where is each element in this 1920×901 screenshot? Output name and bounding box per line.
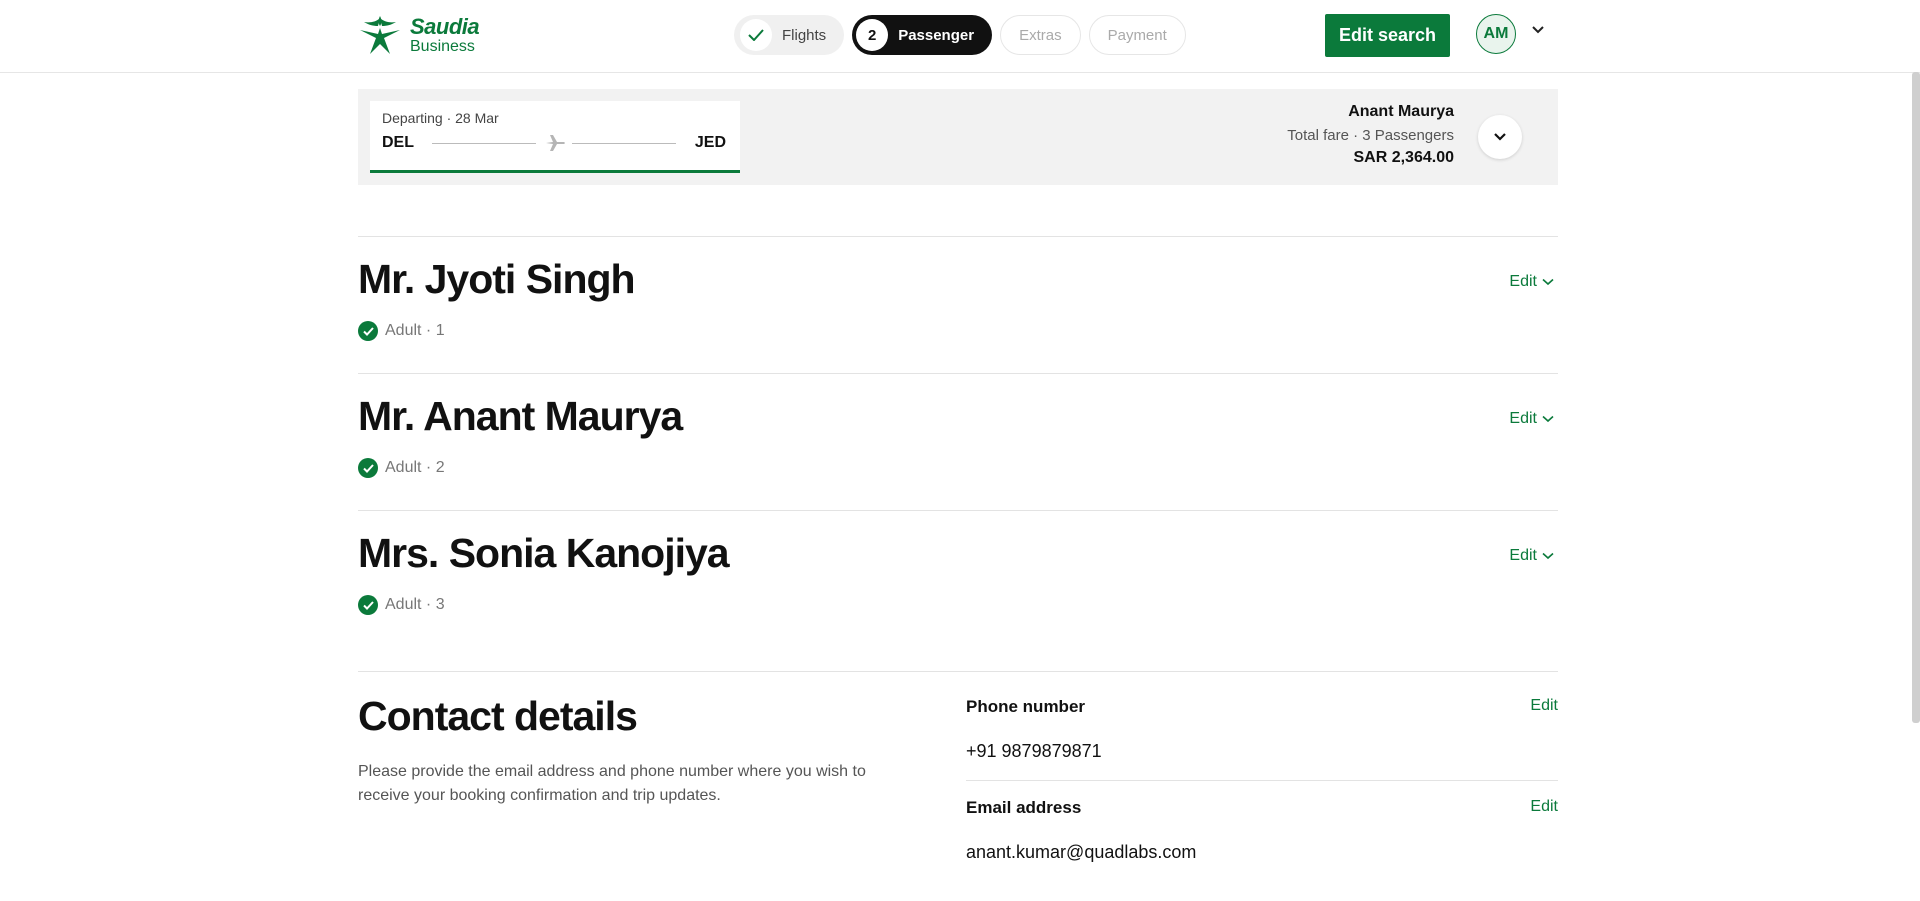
- step-label: Flights: [782, 26, 827, 44]
- passenger-card: Mrs. Sonia Kanojiya Adult · 3 Edit: [358, 510, 1558, 648]
- passenger-card: Mr. Jyoti Singh Adult · 1 Edit: [358, 236, 1558, 374]
- phone-number-label: Phone number: [966, 697, 1086, 716]
- departing-date: Departing · 28 Mar: [382, 110, 499, 126]
- route-line: [572, 143, 676, 144]
- chevron-down-icon: [1542, 415, 1554, 423]
- brand-name: Saudia: [410, 13, 480, 39]
- edit-phone-button[interactable]: Edit: [1530, 697, 1558, 715]
- passenger-name: Mr. Jyoti Singh: [358, 256, 636, 302]
- email-address-value: anant.kumar@quadlabs.com: [966, 842, 1197, 862]
- passenger-name: Mr. Anant Maurya: [358, 393, 683, 439]
- step-label: Extras: [1019, 26, 1062, 44]
- edit-label: Edit: [1509, 547, 1537, 564]
- passenger-type: Adult · 2: [358, 458, 445, 478]
- chevron-down-icon: [1542, 552, 1554, 560]
- route-line: [432, 143, 536, 144]
- step-payment[interactable]: Payment: [1088, 15, 1186, 55]
- check-icon: [740, 19, 772, 51]
- edit-label: Edit: [1509, 410, 1537, 427]
- step-label: Payment: [1107, 26, 1167, 44]
- email-address-label: Email address: [966, 798, 1082, 817]
- passenger-card: Mr. Anant Maurya Adult · 2 Edit: [358, 373, 1558, 511]
- expand-summary-button[interactable]: [1478, 115, 1522, 159]
- check-circle-icon: [358, 321, 378, 341]
- edit-passenger-button[interactable]: Edit: [1509, 547, 1554, 565]
- contact-details-title: Contact details: [358, 693, 638, 739]
- chevron-down-icon: [1542, 278, 1554, 286]
- brand-subtitle: Business: [410, 37, 475, 55]
- section-divider: [358, 671, 1558, 672]
- saudia-logo[interactable]: Saudia Business: [358, 12, 480, 58]
- phone-number-value: +91 9879879871: [966, 741, 1102, 761]
- passenger-type-label: Adult: [385, 596, 422, 613]
- destination-code: JED: [694, 134, 726, 151]
- check-circle-icon: [358, 595, 378, 615]
- contact-details-description: Please provide the email address and pho…: [358, 763, 866, 804]
- page-scrollbar[interactable]: [1912, 72, 1920, 723]
- check-circle-icon: [358, 458, 378, 478]
- edit-passenger-button[interactable]: Edit: [1509, 410, 1554, 428]
- passenger-index: · 3: [425, 596, 445, 613]
- edit-email-button[interactable]: Edit: [1530, 798, 1558, 816]
- passenger-type-label: Adult: [385, 459, 422, 476]
- chevron-down-icon: [1494, 133, 1506, 141]
- flight-card[interactable]: Departing · 28 Mar DEL JED: [370, 101, 740, 173]
- origin-code: DEL: [382, 134, 414, 151]
- chevron-down-icon[interactable]: [1531, 22, 1545, 40]
- passenger-type: Adult · 1: [358, 321, 445, 341]
- step-passenger[interactable]: 2 Passenger: [852, 15, 993, 55]
- trip-summary: Departing · 28 Mar DEL JED Anant Maurya …: [358, 89, 1558, 185]
- step-extras[interactable]: Extras: [1000, 15, 1081, 55]
- step-label: Passenger: [898, 26, 975, 44]
- booking-steps: Flights 2 Passenger Extras Payment: [734, 15, 1186, 55]
- edit-passenger-button[interactable]: Edit: [1509, 273, 1554, 291]
- field-divider: [966, 780, 1558, 781]
- avatar[interactable]: AM: [1476, 14, 1516, 54]
- edit-search-button[interactable]: Edit search: [1325, 14, 1450, 57]
- step-flights[interactable]: Flights: [734, 15, 845, 55]
- top-navigation-bar: Saudia Business Flights 2 Passenger Extr…: [0, 0, 1920, 73]
- passenger-index: · 1: [425, 322, 445, 339]
- passenger-type: Adult · 3: [358, 595, 445, 615]
- passenger-index: · 2: [425, 459, 445, 476]
- passenger-type-label: Adult: [385, 322, 422, 339]
- passenger-name: Mrs. Sonia Kanojiya: [358, 530, 730, 576]
- airplane-icon: [544, 132, 566, 159]
- total-fare-label: Total fare · 3 Passengers: [1287, 127, 1454, 144]
- lead-passenger-name: Anant Maurya: [1348, 103, 1454, 120]
- saudia-palm-logo-icon: [360, 16, 400, 54]
- step-number: 2: [856, 19, 889, 51]
- edit-label: Edit: [1509, 273, 1537, 290]
- total-fare-amount: SAR 2,364.00: [1353, 149, 1454, 166]
